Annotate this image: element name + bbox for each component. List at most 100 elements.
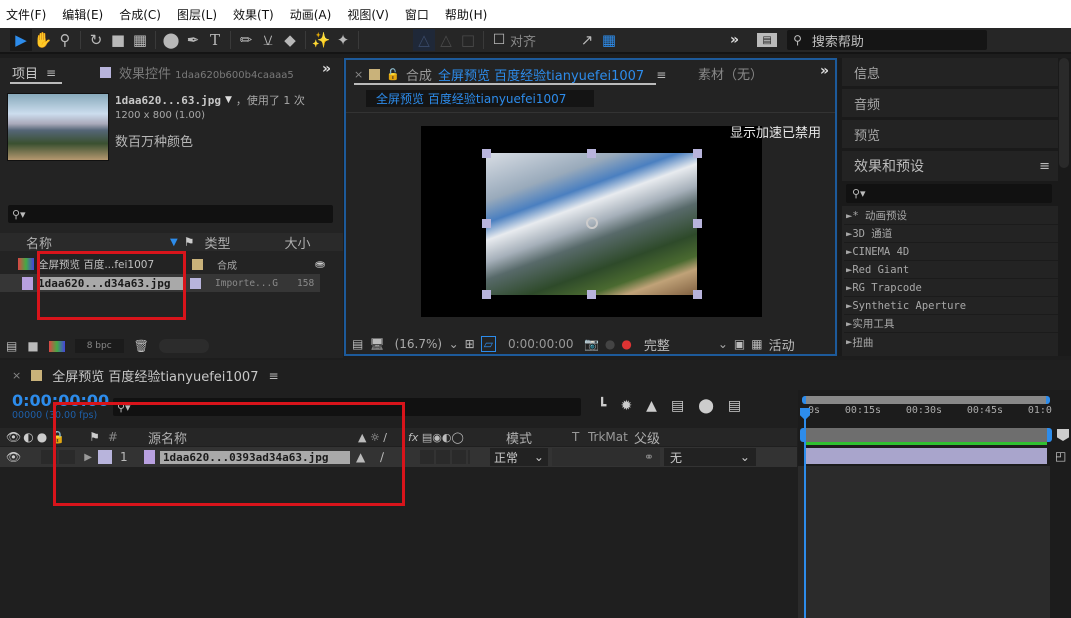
view-axis-icon[interactable]: □ xyxy=(457,29,479,51)
label-tag-icon[interactable]: ⚑ xyxy=(184,235,195,249)
menu-edit[interactable]: 编辑(E) xyxy=(62,6,103,23)
world-axis-icon[interactable]: △ xyxy=(435,29,457,51)
zoom-tool-icon[interactable]: ⚲ xyxy=(54,29,76,51)
sort-arrow-icon[interactable]: ▼ xyxy=(170,237,178,248)
graph-editor-icon[interactable]: ▤ xyxy=(728,398,741,414)
snap-grid-icon[interactable]: ▦ xyxy=(598,29,620,51)
video-toggle-icon[interactable]: 👁 xyxy=(6,430,21,444)
panel-menu-icon[interactable]: ≡ xyxy=(268,369,278,383)
type-tool-icon[interactable]: T xyxy=(204,29,226,51)
panel-overflow-button[interactable]: » xyxy=(322,61,331,77)
file-dropdown-icon[interactable]: ▼ xyxy=(225,95,232,105)
panel-effects-presets[interactable]: 效果和预设 ≡ xyxy=(842,151,1058,181)
rotate-tool-icon[interactable]: ↻ xyxy=(85,29,107,51)
solo-icon[interactable]: ● xyxy=(37,430,47,444)
channel-icon[interactable]: ● xyxy=(621,337,631,351)
menu-animation[interactable]: 动画(A) xyxy=(290,6,332,23)
region-of-interest-icon[interactable]: ▣ xyxy=(734,337,745,351)
project-slider[interactable] xyxy=(158,339,209,353)
eraser-tool-icon[interactable]: ◆ xyxy=(279,29,301,51)
anchor-point-icon[interactable] xyxy=(586,217,598,229)
item-label-swatch[interactable] xyxy=(192,258,203,270)
transparency-grid-icon[interactable]: ▦ xyxy=(751,337,762,351)
time-navigator[interactable] xyxy=(802,396,1050,404)
effect-category[interactable]: ► 实用工具 xyxy=(844,315,1058,333)
workspace-icon[interactable]: ▤ xyxy=(757,33,778,47)
puppet-pin-tool-icon[interactable]: ✦ xyxy=(332,29,354,51)
comp-marker-icon[interactable] xyxy=(1057,429,1069,441)
panel-menu-icon[interactable]: ≡ xyxy=(656,68,666,82)
current-time-indicator[interactable] xyxy=(804,410,806,618)
safe-margins-icon[interactable]: ⊞ xyxy=(465,337,475,351)
column-trkmat[interactable]: TrkMat xyxy=(588,430,634,444)
tab-composition[interactable]: 全屏预览 百度经验tianyuefei1007 xyxy=(438,65,644,84)
audio-toggle-icon[interactable]: ◐ xyxy=(23,430,33,444)
column-parent[interactable]: 父级 xyxy=(634,428,660,447)
tab-footage[interactable]: 素材（无） xyxy=(698,64,763,83)
camera-tool-icon[interactable]: ■ xyxy=(107,29,129,51)
panel-info[interactable]: 信息 xyxy=(842,58,1058,88)
local-axis-icon[interactable]: △ xyxy=(413,29,435,51)
effects-search-input[interactable]: ⚲▾ xyxy=(846,184,1052,203)
transform-handle[interactable] xyxy=(482,149,491,158)
menu-file[interactable]: 文件(F) xyxy=(6,6,46,23)
layer-switch-icon[interactable]: ◰ xyxy=(1055,449,1066,463)
ellipse-tool-icon[interactable]: ⬤ xyxy=(160,29,182,51)
tab-timeline[interactable]: 全屏预览 百度经验tianyuefei1007 xyxy=(52,366,258,385)
transform-handle[interactable] xyxy=(482,290,491,299)
resolution-dropdown[interactable]: 完整 xyxy=(644,335,712,354)
comp-viewer[interactable] xyxy=(421,126,762,317)
snap-icon[interactable]: ↗ xyxy=(576,29,598,51)
panel-audio[interactable]: 音频 xyxy=(842,89,1058,119)
project-search-input[interactable]: ⚲▾ xyxy=(8,205,333,223)
effect-switches[interactable] xyxy=(419,450,470,464)
effect-category[interactable]: ► 3D 通道 xyxy=(844,225,1058,243)
selection-tool-icon[interactable]: ▶ xyxy=(10,29,32,51)
roto-brush-tool-icon[interactable]: ✨ xyxy=(310,29,332,51)
pen-tool-icon[interactable]: ✒ xyxy=(182,29,204,51)
scrollbar[interactable] xyxy=(1059,58,1069,168)
menu-window[interactable]: 窗口 xyxy=(405,6,429,23)
draft-3d-icon[interactable]: ✹ xyxy=(620,398,632,414)
magnification-dropdown[interactable]: (16.7%) xyxy=(395,337,443,351)
layer-duration-bar[interactable] xyxy=(805,448,1047,464)
interpret-footage-icon[interactable]: ▤ xyxy=(6,339,17,353)
video-toggle-icon[interactable]: 👁 xyxy=(6,450,21,464)
menu-help[interactable]: 帮助(H) xyxy=(445,6,487,23)
transform-handle[interactable] xyxy=(482,219,491,228)
effect-category[interactable]: ► Synthetic Aperture xyxy=(844,297,1058,315)
snapshot-icon[interactable]: 📷 xyxy=(584,337,599,351)
preview-options-icon[interactable]: ▤ xyxy=(352,337,363,351)
close-tab-icon[interactable]: × xyxy=(12,369,21,382)
transform-handle[interactable] xyxy=(693,149,702,158)
workspace-overflow-button[interactable]: » xyxy=(730,32,739,48)
transform-handle[interactable] xyxy=(587,290,596,299)
panel-menu-icon[interactable]: ≡ xyxy=(1039,159,1050,174)
new-folder-icon[interactable]: ■ xyxy=(27,339,38,353)
mask-visibility-icon[interactable]: ▱ xyxy=(480,336,496,352)
effect-category[interactable]: ► 扭曲 xyxy=(844,333,1058,351)
comp-flowchart-icon[interactable]: ┗ xyxy=(598,398,606,414)
column-name[interactable]: 名称 xyxy=(26,233,170,252)
effect-category[interactable]: ► RG Trapcode xyxy=(844,279,1058,297)
work-area-bar[interactable] xyxy=(800,428,1052,442)
panel-preview[interactable]: 预览 xyxy=(842,120,1058,150)
pan-behind-tool-icon[interactable]: ▦ xyxy=(129,29,151,51)
align-checkbox[interactable]: ☐ xyxy=(488,29,510,51)
tab-project[interactable]: 项目 xyxy=(12,63,38,82)
effect-category[interactable]: ► * 动画预设 xyxy=(844,207,1058,225)
effect-category[interactable]: ► CINEMA 4D xyxy=(844,243,1058,261)
transform-handle[interactable] xyxy=(693,219,702,228)
delete-icon[interactable]: 🗑 xyxy=(134,339,149,353)
chevron-down-icon[interactable]: ⌄ xyxy=(718,337,728,351)
motion-blur-icon[interactable]: ⬤ xyxy=(698,398,714,414)
chevron-down-icon[interactable]: ⌄ xyxy=(449,337,459,351)
comp-timecode[interactable]: 0:00:00:00 xyxy=(508,337,578,351)
brush-tool-icon[interactable]: ✏ xyxy=(235,29,257,51)
comp-breadcrumb[interactable]: 全屏预览 百度经验tianyuefei1007 xyxy=(376,92,566,106)
mode-dropdown[interactable]: 正常 ⌄ xyxy=(489,448,548,466)
flowchart-icon[interactable]: ⛂ xyxy=(315,257,325,271)
clone-stamp-tool-icon[interactable]: ⚺ xyxy=(257,29,279,51)
hand-tool-icon[interactable]: ✋ xyxy=(32,29,54,51)
show-snapshot-icon[interactable]: ● xyxy=(605,337,615,351)
